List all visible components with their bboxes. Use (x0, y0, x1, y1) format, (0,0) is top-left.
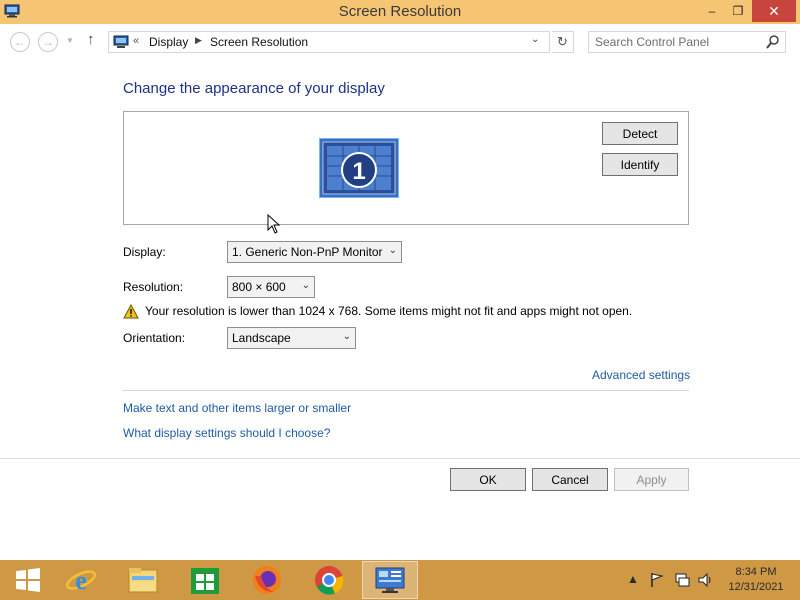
volume-icon[interactable] (698, 572, 714, 588)
clock-date: 12/31/2021 (728, 581, 784, 593)
taskbar-control-panel[interactable] (362, 561, 418, 599)
start-button[interactable] (0, 561, 56, 599)
title-bar: Screen Resolution ‒ ❐ ✕ (0, 0, 800, 24)
warning-icon (123, 304, 139, 319)
control-panel-icon (113, 35, 129, 48)
chrome-icon (315, 566, 344, 595)
minimize-button[interactable]: ‒ (698, 0, 726, 22)
orientation-label: Orientation: (123, 331, 186, 345)
control-panel-icon (375, 567, 405, 593)
taskbar: e ▲ (0, 560, 800, 600)
clock-time: 8:34 PM (735, 566, 777, 578)
internet-explorer-icon: e (65, 566, 97, 595)
orientation-select-value: Landscape (232, 331, 291, 345)
orientation-select[interactable]: Landscape ⌄ (227, 327, 356, 349)
chevron-down-icon: ⌄ (388, 245, 397, 256)
chevron-down-icon: ⌄ (342, 331, 351, 342)
cancel-button[interactable]: Cancel (532, 468, 608, 491)
network-icon[interactable] (675, 572, 691, 588)
monitor-number: 1 (352, 158, 365, 185)
navigation-bar: ← → ▼ ↑ « Display ▶ Screen Resolution ⌄ … (0, 24, 800, 58)
page-heading: Change the appearance of your display (123, 80, 385, 97)
footer-divider (0, 458, 800, 459)
folder-icon (128, 568, 158, 593)
breadcrumb-display[interactable]: Display (149, 35, 188, 49)
display-select[interactable]: 1. Generic Non-PnP Monitor ⌄ (227, 241, 402, 263)
resolution-select-value: 800 × 600 (232, 280, 286, 294)
identify-button[interactable]: Identify (602, 153, 678, 176)
recent-locations-dropdown-icon[interactable]: ▼ (66, 36, 74, 45)
detect-button[interactable]: Detect (602, 122, 678, 145)
window-title: Screen Resolution (338, 3, 462, 20)
resolution-select[interactable]: 800 × 600 ⌄ (227, 276, 315, 298)
refresh-button[interactable]: ↻ (552, 31, 574, 53)
store-icon (191, 568, 219, 594)
taskbar-clock[interactable]: 8:34 PM 12/31/2021 (716, 565, 796, 595)
firefox-icon (253, 566, 281, 594)
monitor-1-icon[interactable]: 1 (319, 138, 399, 198)
taskbar-file-explorer[interactable] (115, 561, 171, 599)
breadcrumb-arrow-icon[interactable]: ▶ (195, 35, 202, 46)
warning-text: Your resolution is lower than 1024 x 768… (145, 304, 633, 318)
mouse-cursor-icon (267, 214, 281, 234)
search-box[interactable]: Search Control Panel (588, 31, 786, 53)
taskbar-chrome[interactable] (301, 561, 357, 599)
windows-logo-icon (16, 568, 40, 592)
display-label: Display: (123, 245, 166, 259)
display-preview-area: 1 Detect Identify (123, 111, 689, 225)
svg-text:e: e (75, 566, 87, 595)
chevron-down-icon: ⌄ (301, 280, 310, 291)
address-dropdown-icon[interactable]: ⌄ (531, 34, 539, 45)
forward-button[interactable]: → (38, 32, 58, 52)
taskbar-firefox[interactable] (239, 561, 295, 599)
search-icon[interactable] (766, 34, 780, 50)
breadcrumb-overflow[interactable]: « (133, 35, 139, 47)
apply-button[interactable]: Apply (614, 468, 689, 491)
action-center-flag-icon[interactable] (650, 572, 664, 588)
taskbar-store[interactable] (177, 561, 233, 599)
back-button[interactable]: ← (10, 32, 30, 52)
address-bar[interactable]: « Display ▶ Screen Resolution ⌄ (108, 31, 550, 53)
resolution-label: Resolution: (123, 280, 184, 294)
advanced-settings-link[interactable]: Advanced settings (592, 368, 690, 382)
search-placeholder: Search Control Panel (595, 35, 710, 49)
restore-button[interactable]: ❐ (724, 0, 752, 22)
display-select-value: 1. Generic Non-PnP Monitor (232, 245, 383, 259)
display-help-link[interactable]: What display settings should I choose? (123, 426, 330, 440)
taskbar-internet-explorer[interactable]: e (53, 561, 109, 599)
text-size-link[interactable]: Make text and other items larger or smal… (123, 401, 351, 415)
ok-button[interactable]: OK (450, 468, 526, 491)
close-button[interactable]: ✕ (752, 0, 796, 22)
divider (123, 390, 689, 391)
breadcrumb-screen-resolution[interactable]: Screen Resolution (210, 35, 308, 49)
up-button[interactable]: ↑ (87, 31, 95, 48)
show-hidden-icons-icon[interactable]: ▲ (627, 572, 639, 586)
